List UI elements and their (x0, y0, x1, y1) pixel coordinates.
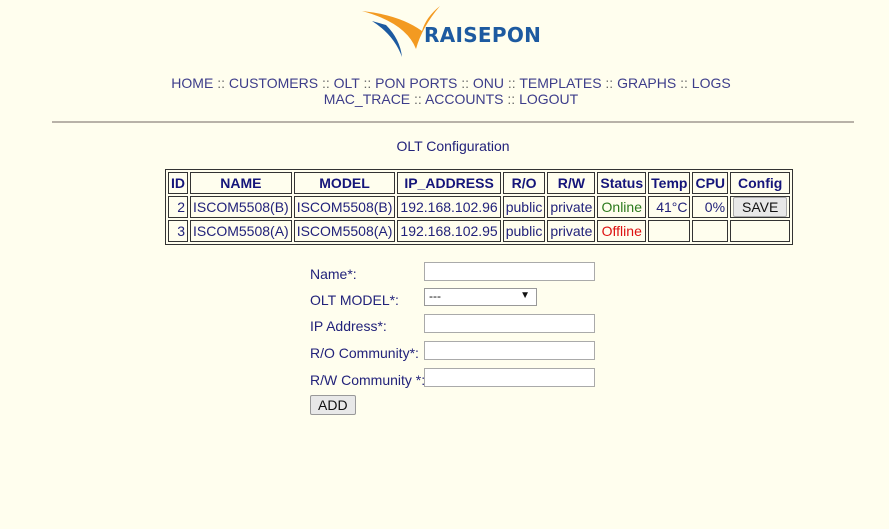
rw-community-label: R/W Community *: (310, 372, 426, 388)
nav-graphs[interactable]: GRAPHS (617, 75, 676, 91)
add-button[interactable]: ADD (310, 395, 356, 415)
olt-table: ID NAME MODEL IP_ADDRESS R/O R/W Status … (165, 169, 794, 245)
form-row-model: OLT MODEL*: --- ▼ (310, 288, 610, 310)
main-nav: HOME :: CUSTOMERS :: OLT :: PON PORTS ::… (0, 75, 889, 107)
cell-ip: 192.168.102.95 (397, 220, 501, 242)
cell-id: 2 (168, 196, 188, 218)
cell-cpu (692, 220, 729, 242)
form-row-ip: IP Address*: (310, 314, 610, 336)
col-header-status: Status (597, 172, 647, 194)
cell-temp: 41°C (648, 196, 691, 218)
rw-community-input[interactable] (424, 368, 595, 387)
nav-home[interactable]: HOME (171, 75, 213, 91)
olt-model-select[interactable]: --- ▼ (424, 288, 537, 306)
nav-separator: :: (217, 75, 225, 91)
nav-accounts[interactable]: ACCOUNTS (425, 91, 504, 107)
nav-logout[interactable]: LOGOUT (519, 91, 578, 107)
name-input[interactable] (424, 262, 595, 281)
col-header-ro: R/O (502, 172, 546, 194)
ro-community-input[interactable] (424, 341, 595, 360)
olt-model-label: OLT MODEL*: (310, 292, 399, 308)
name-label: Name*: (310, 266, 357, 282)
nav-onu[interactable]: ONU (473, 75, 504, 91)
cell-model: ISCOM5508(B) (293, 196, 396, 218)
nav-separator: :: (605, 75, 614, 91)
nav-separator: :: (461, 75, 469, 91)
save-button[interactable]: SAVE (733, 197, 788, 217)
olt-model-selected-value: --- (429, 289, 441, 303)
nav-templates[interactable]: TEMPLATES (519, 75, 601, 91)
table-header-row: ID NAME MODEL IP_ADDRESS R/O R/W Status … (168, 172, 791, 194)
col-header-cpu: CPU (692, 172, 729, 194)
nav-row-2: MAC_TRACE :: ACCOUNTS :: LOGOUT (0, 91, 889, 107)
nav-pon-ports[interactable]: PON PORTS (375, 75, 457, 91)
form-row-rw: R/W Community *: (310, 368, 610, 390)
cell-ro: public (502, 196, 546, 218)
nav-separator: :: (507, 75, 516, 91)
col-header-config: Config (730, 172, 791, 194)
cell-temp (648, 220, 691, 242)
brand-name: RAISEPON (424, 23, 542, 47)
nav-mac-trace[interactable]: MAC_TRACE (324, 91, 410, 107)
cell-rw: private (547, 196, 596, 218)
col-header-temp: Temp (648, 172, 691, 194)
table-row: 2 ISCOM5508(B) ISCOM5508(B) 192.168.102.… (168, 196, 791, 218)
nav-separator: :: (321, 75, 330, 91)
page-title: OLT Configuration (396, 138, 510, 154)
col-header-model: MODEL (293, 172, 396, 194)
cell-status: Offline (597, 220, 647, 242)
cell-config (730, 220, 791, 242)
nav-olt[interactable]: OLT (334, 75, 360, 91)
form-row-ro: R/O Community*: (310, 341, 610, 363)
cell-status: Online (597, 196, 647, 218)
ip-address-input[interactable] (424, 314, 595, 333)
table-row: 3 ISCOM5508(A) ISCOM5508(A) 192.168.102.… (168, 220, 791, 242)
ro-community-label: R/O Community*: (310, 345, 419, 361)
nav-separator: :: (680, 75, 688, 91)
col-header-ip: IP_ADDRESS (397, 172, 501, 194)
cell-ro: public (502, 220, 546, 242)
nav-row-1: HOME :: CUSTOMERS :: OLT :: PON PORTS ::… (0, 75, 889, 91)
cell-config: SAVE (730, 196, 791, 218)
cell-cpu: 0% (692, 196, 729, 218)
col-header-id: ID (168, 172, 188, 194)
nav-logs[interactable]: LOGS (692, 75, 731, 91)
nav-separator: :: (507, 91, 516, 107)
nav-separator: :: (363, 75, 372, 91)
cell-id: 3 (168, 220, 188, 242)
cell-rw: private (547, 220, 596, 242)
col-header-name: NAME (190, 172, 292, 194)
cell-ip: 192.168.102.96 (397, 196, 501, 218)
cell-name: ISCOM5508(B) (190, 196, 292, 218)
col-header-rw: R/W (547, 172, 596, 194)
ip-address-label: IP Address*: (310, 318, 387, 334)
form-row-name: Name*: (310, 262, 610, 284)
cell-name: ISCOM5508(A) (190, 220, 292, 242)
header-divider (52, 121, 854, 123)
nav-separator: :: (414, 91, 422, 107)
nav-customers[interactable]: CUSTOMERS (229, 75, 318, 91)
dropdown-arrow-icon: ▼ (520, 290, 530, 301)
cell-model: ISCOM5508(A) (293, 220, 396, 242)
